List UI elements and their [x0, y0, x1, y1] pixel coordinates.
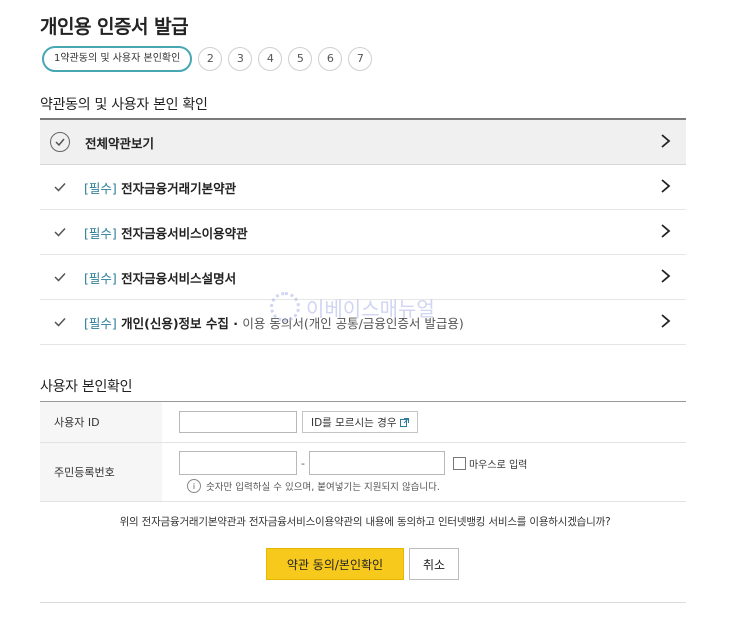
chevron-right-icon[interactable] — [658, 223, 672, 239]
agree-confirm-button[interactable]: 약관 동의/본인확인 — [266, 548, 404, 580]
identity-form: 사용자 ID ID를 모르시는 경우 주민등록번호 - 마우스로 입력 i 숫자… — [40, 401, 686, 502]
watermark-text: 이베이스매뉴얼 — [306, 296, 435, 321]
chevron-right-icon[interactable] — [658, 313, 672, 329]
rrn-back-input[interactable] — [308, 451, 445, 475]
step-7: 7 — [348, 47, 373, 71]
rrn-cell: - 마우스로 입력 i 숫자만 입력하실 수 있으며, 붙여넣기는 지원되지 않… — [162, 443, 686, 501]
check-icon[interactable] — [54, 272, 68, 282]
mouse-input-label: 마우스로 입력 — [468, 459, 528, 471]
required-tag: [필수] — [84, 180, 117, 196]
watermark-logo-icon — [270, 292, 300, 322]
step-5: 5 — [288, 47, 313, 71]
bottom-divider — [40, 602, 686, 603]
term-label-description: [필수] 전자금융서비스설명서 — [84, 268, 236, 287]
rrn-label: 주민등록번호 — [40, 443, 162, 501]
term-row-service[interactable]: [필수] 전자금융서비스이용약관 — [40, 210, 686, 255]
term-title: 전자금융서비스이용약관 — [121, 225, 248, 241]
cropped-header-text — [220, 0, 690, 4]
identity-section-title: 사용자 본인확인 — [40, 379, 133, 395]
step-4: 4 — [258, 47, 283, 71]
term-title: 전자금융거래기본약관 — [121, 180, 237, 196]
chevron-right-icon[interactable] — [658, 268, 672, 284]
check-icon[interactable] — [54, 227, 68, 237]
chevron-right-icon[interactable] — [658, 133, 672, 149]
cancel-button[interactable]: 취소 — [409, 548, 459, 580]
mouse-input-checkbox[interactable] — [452, 456, 466, 470]
term-label-basic: [필수] 전자금융거래기본약관 — [84, 178, 236, 197]
view-all-terms-label: 전체약관보기 — [85, 135, 155, 151]
term-title: 전자금융서비스설명서 — [121, 270, 237, 286]
required-tag: [필수] — [84, 225, 117, 241]
rrn-separator: - — [301, 456, 305, 470]
term-title: 개인(신용)정보 수집 · — [121, 315, 243, 331]
user-id-row: 사용자 ID ID를 모르시는 경우 — [40, 402, 686, 443]
page-title: 개인용 인증서 발급 — [40, 16, 189, 38]
check-icon[interactable] — [54, 317, 68, 327]
required-tag: [필수] — [84, 270, 117, 286]
view-all-terms-row[interactable]: 전체약관보기 — [40, 120, 686, 165]
step-indicator: 1약관동의 및 사용자 본인확인 2 3 4 5 6 7 — [42, 46, 373, 72]
step-1-active: 1약관동의 및 사용자 본인확인 — [42, 46, 193, 72]
user-id-cell: ID를 모르시는 경우 — [162, 402, 686, 442]
step-6: 6 — [318, 47, 343, 71]
check-all-circle-icon[interactable] — [50, 132, 70, 152]
user-id-label: 사용자 ID — [40, 402, 162, 442]
watermark: 이베이스매뉴얼 — [270, 292, 435, 322]
external-link-icon — [400, 417, 410, 427]
find-id-label: ID를 모르시는 경우 — [311, 416, 397, 429]
check-icon[interactable] — [54, 182, 68, 192]
confirm-question: 위의 전자금융거래기본약관과 전자금융서비스이용약관의 내용에 동의하고 인터넷… — [119, 516, 611, 528]
rrn-row: 주민등록번호 - 마우스로 입력 i 숫자만 입력하실 수 있으며, 붙여넣기는… — [40, 443, 686, 502]
term-row-basic[interactable]: [필수] 전자금융거래기본약관 — [40, 165, 686, 210]
rrn-front-input[interactable] — [179, 451, 297, 475]
step-2: 2 — [198, 47, 223, 71]
rrn-notice: 숫자만 입력하실 수 있으며, 붙여넣기는 지원되지 않습니다. — [206, 482, 440, 493]
required-tag: [필수] — [84, 315, 117, 331]
chevron-right-icon[interactable] — [658, 178, 672, 194]
term-label-service: [필수] 전자금융서비스이용약관 — [84, 223, 248, 242]
terms-section-title: 약관동의 및 사용자 본인 확인 — [40, 97, 208, 113]
user-id-input[interactable] — [179, 411, 297, 433]
find-id-button[interactable]: ID를 모르시는 경우 — [302, 411, 419, 433]
info-icon: i — [187, 479, 201, 493]
step-3: 3 — [228, 47, 253, 71]
